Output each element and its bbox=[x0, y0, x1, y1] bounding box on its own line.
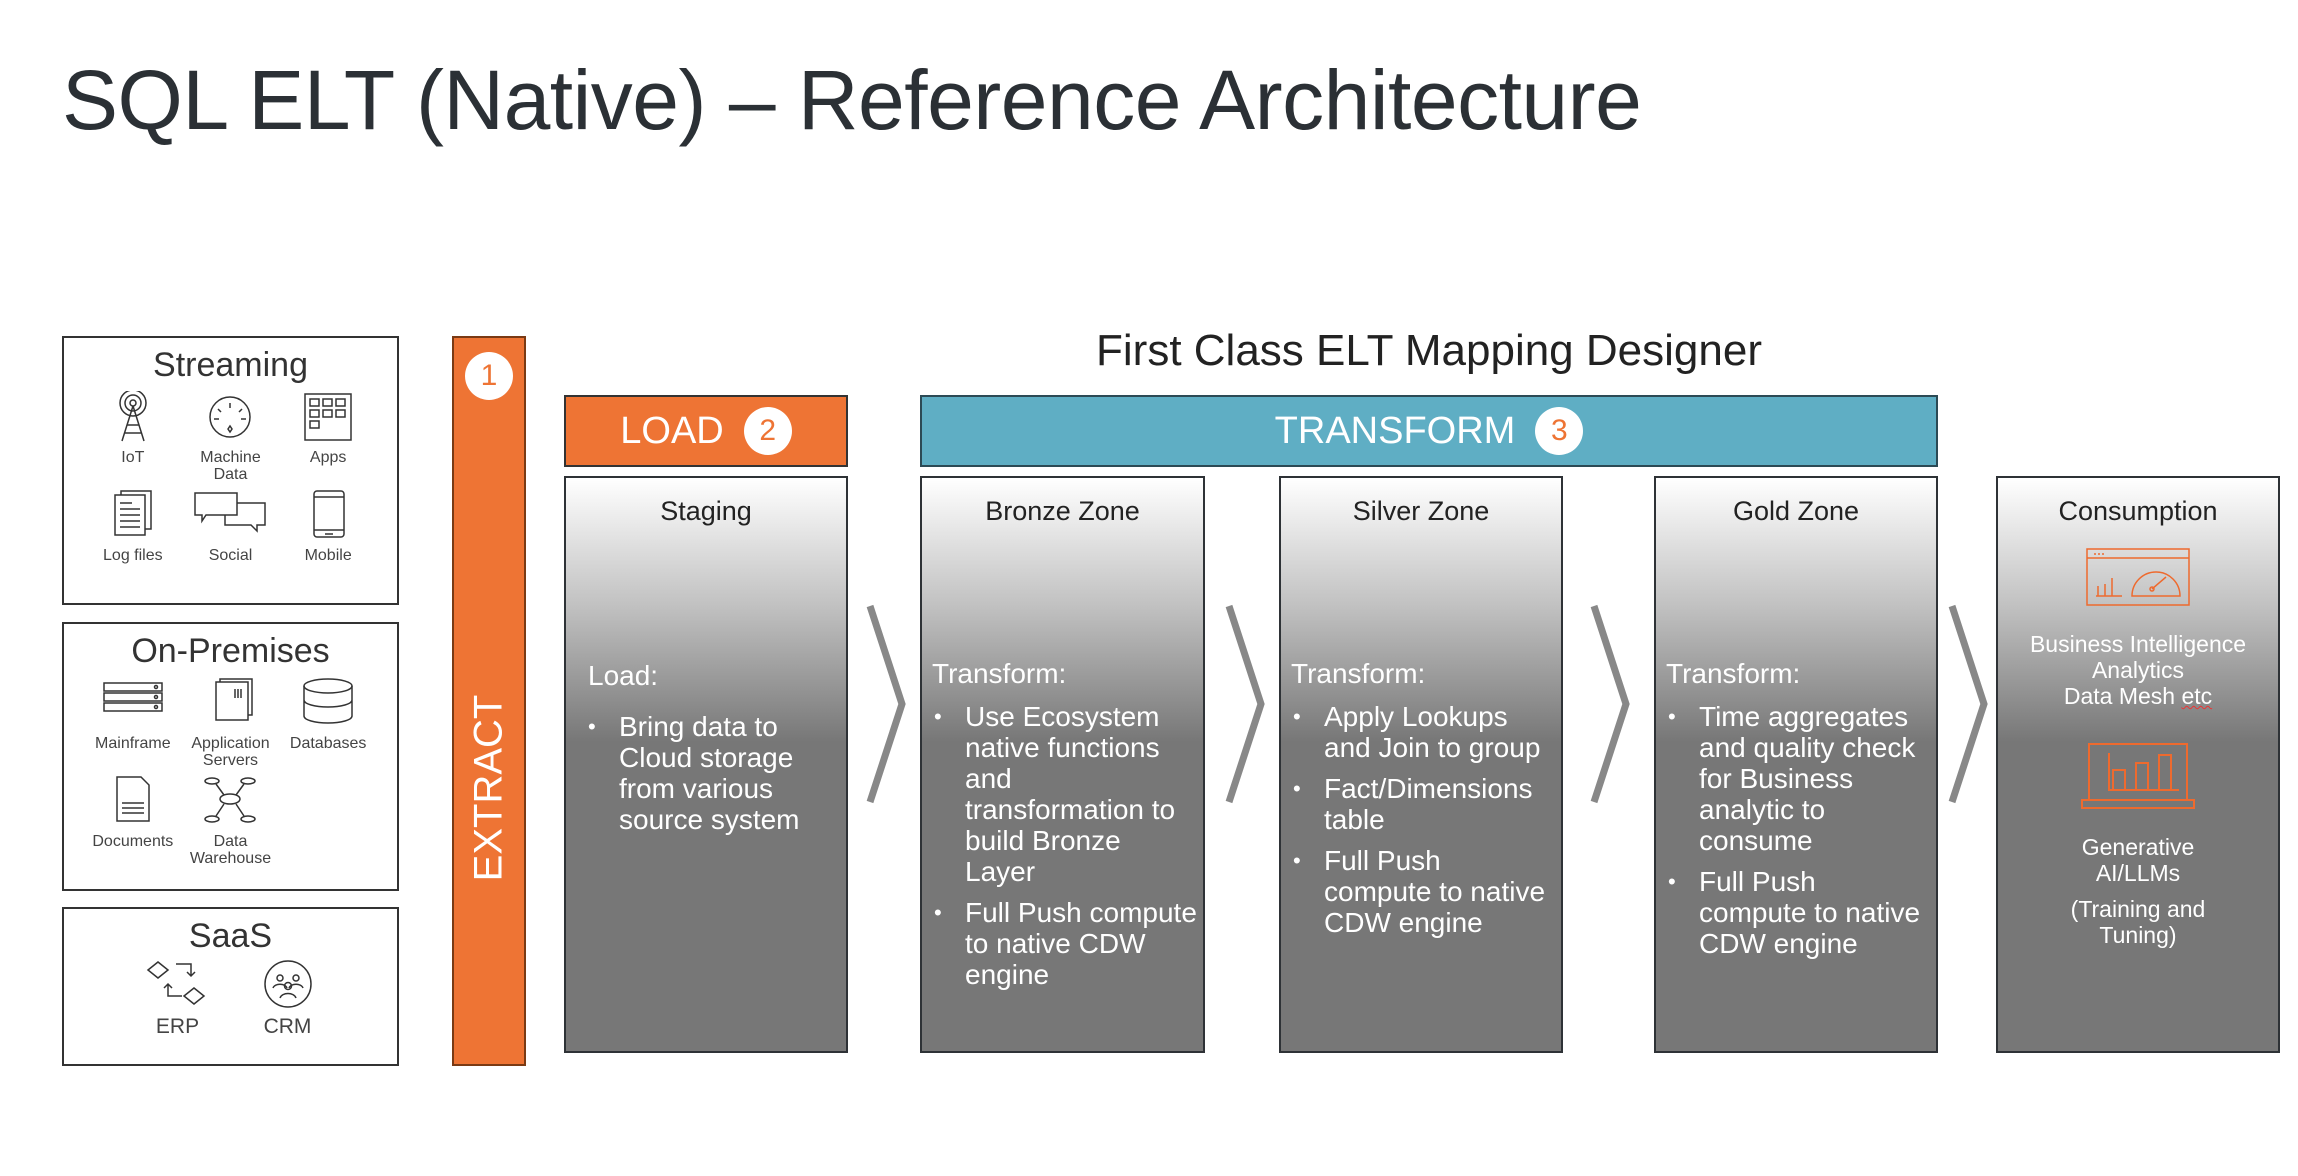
zone-staging: Staging Load: Bring data to Cloud storag… bbox=[564, 476, 848, 1053]
bi-line-3-etc: etc bbox=[2181, 683, 2213, 709]
chevron-right-icon bbox=[1225, 604, 1265, 804]
extract-label: EXTRACT bbox=[466, 694, 511, 882]
zone-title: Bronze Zone bbox=[985, 496, 1140, 526]
zone-body: Load: Bring data to Cloud storage from v… bbox=[576, 660, 840, 845]
source-documents: Documents bbox=[84, 775, 182, 867]
log-files-icon bbox=[114, 490, 152, 536]
source-databases: Databases bbox=[279, 677, 377, 769]
consumption-body: Business Intelligence Analytics Data Mes… bbox=[1998, 548, 2278, 948]
ai-line-1: Generative bbox=[2081, 834, 2195, 860]
streaming-sources-box: Streaming IoT Machine Data Apps Log file… bbox=[62, 336, 399, 605]
app-server-icon bbox=[215, 678, 254, 721]
mobile-phone-icon bbox=[313, 490, 345, 538]
erp-flow-icon bbox=[146, 961, 205, 1005]
chat-bubbles-icon bbox=[194, 492, 267, 533]
zone-bullet: Full Push compute to native CDW engine bbox=[932, 897, 1197, 990]
data-warehouse-icon bbox=[204, 777, 257, 823]
zone-silver: Silver Zone Transform: Apply Lookups and… bbox=[1279, 476, 1563, 1053]
chevron-right-icon bbox=[1948, 604, 1988, 804]
apps-grid-icon bbox=[304, 393, 352, 441]
bi-line-1: Business Intelligence bbox=[2029, 631, 2247, 657]
zone-consumption: Consumption Business Intelligence Analyt… bbox=[1996, 476, 2280, 1053]
step-3-badge: 3 bbox=[1535, 407, 1584, 455]
page-title: SQL ELT (Native) – Reference Architectur… bbox=[62, 53, 1642, 147]
mapping-designer-title: First Class ELT Mapping Designer bbox=[1096, 326, 1762, 375]
zone-heading: Load: bbox=[588, 660, 659, 691]
transform-stage-bar: TRANSFORM 3 bbox=[920, 395, 1938, 467]
zone-bronze: Bronze Zone Transform: Use Ecosystem nat… bbox=[920, 476, 1205, 1053]
zone-title: Silver Zone bbox=[1352, 496, 1490, 526]
zone-body: Transform: Apply Lookups and Join to gro… bbox=[1291, 658, 1555, 948]
zone-bullet: Full Push compute to native CDW engine bbox=[1291, 845, 1555, 938]
step-2-badge: 2 bbox=[743, 407, 792, 455]
gauge-icon bbox=[209, 396, 252, 438]
transform-label: TRANSFORM bbox=[1274, 409, 1516, 452]
document-icon bbox=[116, 776, 150, 822]
zone-bullet: Bring data to Cloud storage from various… bbox=[586, 711, 840, 835]
zone-title: Staging bbox=[660, 496, 752, 526]
zone-bullet: Apply Lookups and Join to group bbox=[1291, 701, 1555, 763]
chevron-right-icon bbox=[1590, 604, 1630, 804]
zone-bullet: Use Ecosystem native functions and trans… bbox=[932, 701, 1197, 887]
zone-body: Transform: Use Ecosystem native function… bbox=[932, 658, 1197, 1000]
antenna-icon bbox=[119, 391, 147, 442]
source-mobile: Mobile bbox=[279, 489, 377, 564]
zone-bullet: Time aggregates and quality check for Bu… bbox=[1666, 701, 1930, 856]
ai-line-2: AI/LLMs bbox=[2095, 860, 2181, 886]
zone-gold: Gold Zone Transform: Time aggregates and… bbox=[1654, 476, 1938, 1053]
ai-line-3: (Training and bbox=[2070, 896, 2206, 922]
bi-dashboard-icon bbox=[2086, 548, 2190, 606]
database-icon bbox=[303, 678, 353, 724]
bi-line-2: Analytics bbox=[2091, 657, 2185, 683]
source-mainframe: Mainframe bbox=[84, 677, 182, 769]
extract-stage-bar: 1 EXTRACT bbox=[452, 336, 526, 1066]
step-1-badge: 1 bbox=[465, 352, 513, 400]
source-crm: CRM bbox=[260, 958, 316, 1038]
chevron-right-icon bbox=[866, 604, 906, 804]
zone-heading: Transform: bbox=[932, 658, 1067, 689]
ai-chart-laptop-icon bbox=[2081, 743, 2195, 809]
source-machine-data: Machine Data bbox=[182, 391, 280, 483]
source-application-servers: Application Servers bbox=[182, 677, 280, 769]
source-iot: IoT bbox=[84, 391, 182, 483]
source-apps: Apps bbox=[279, 391, 377, 483]
load-stage-bar: LOAD 2 bbox=[564, 395, 848, 467]
load-label: LOAD bbox=[620, 409, 724, 452]
zone-heading: Transform: bbox=[1291, 658, 1426, 689]
zone-heading: Transform: bbox=[1666, 658, 1801, 689]
zone-body: Transform: Time aggregates and quality c… bbox=[1666, 658, 1930, 969]
saas-sources-box: SaaS ERP CRM bbox=[62, 907, 399, 1066]
server-rack-icon bbox=[103, 682, 163, 712]
bi-line-3: Data Mesh bbox=[2063, 683, 2182, 709]
streaming-title: Streaming bbox=[153, 346, 308, 384]
zone-bullet: Full Push compute to native CDW engine bbox=[1666, 866, 1930, 959]
source-log-files: Log files bbox=[84, 489, 182, 564]
saas-title: SaaS bbox=[188, 917, 273, 955]
on-premises-title: On-Premises bbox=[131, 632, 330, 670]
zone-bullet: Fact/Dimensions table bbox=[1291, 773, 1555, 835]
source-erp: ERP bbox=[146, 958, 210, 1038]
source-data-warehouse: Data Warehouse bbox=[182, 775, 280, 867]
source-social: Social bbox=[182, 489, 280, 564]
zone-title: Gold Zone bbox=[1732, 496, 1860, 526]
zone-title: Consumption bbox=[2058, 496, 2218, 526]
on-premises-sources-box: On-Premises Mainframe Application Server… bbox=[62, 622, 399, 891]
crm-people-icon bbox=[263, 960, 312, 1008]
ai-line-4: Tuning) bbox=[2099, 922, 2177, 948]
